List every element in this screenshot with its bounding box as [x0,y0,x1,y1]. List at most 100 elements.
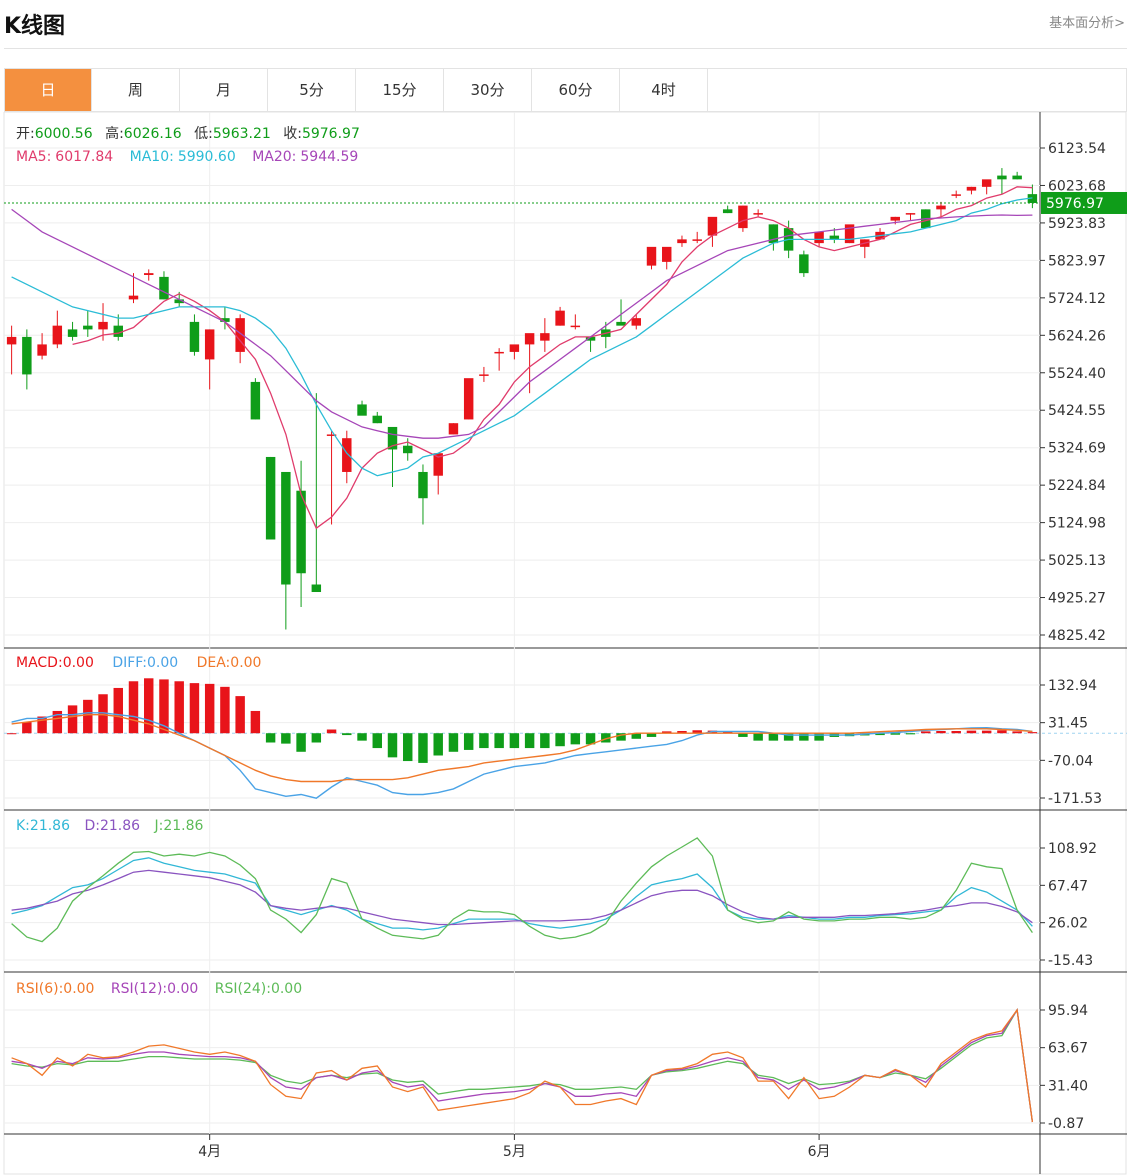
candle-body [83,325,93,330]
macd-bar [113,687,123,734]
ohlc-legend: 开:6000.56 高:6026.16 低:5963.21 收:5976.97 [16,125,360,142]
macd-bar [433,733,443,756]
macd-bar [6,733,17,735]
candle-body [403,445,413,454]
macd-legend: MACD:0.00 DIFF:0.00 DEA:0.00 [16,655,261,671]
candle-body [905,213,916,215]
rsi-legend: RSI(6):0.00 RSI(12):0.00 RSI(24):0.00 [16,981,302,997]
macd-bar [311,733,322,743]
rsi6-line [11,1008,1034,1123]
kdj-legend: K:21.86 D:21.86 J:21.86 [16,818,204,834]
candle-body [966,186,977,191]
macd-bar [235,696,245,734]
tab-60min[interactable]: 60分 [532,69,620,111]
candle-body [265,456,276,540]
tab-day[interactable]: 日 [5,69,92,111]
macd-bar [250,710,261,734]
tab-week[interactable]: 周 [92,69,180,111]
price-tick-label: 5424.55 [1048,403,1106,419]
d-line [11,869,1033,926]
macd-bar [997,730,1007,734]
macd-bar [936,730,946,734]
candle-body [646,246,657,266]
macd-bar [204,683,215,734]
price-tick-label: 5324.69 [1048,441,1106,457]
candle-body [311,584,322,593]
price-tick-label: 4925.27 [1048,591,1106,607]
tab-30min[interactable]: 30分 [444,69,532,111]
candle-body [357,404,367,416]
candle-body [250,381,261,420]
macd-bar [463,733,474,750]
rsi-tick-label: 95.94 [1048,1003,1088,1019]
macd-bar [22,722,32,734]
macd-bar [981,730,992,734]
candle-body [707,216,718,236]
candle-body [616,321,626,326]
fundamental-analysis-link[interactable]: 基本面分析> [1049,12,1125,31]
macd-bar [540,733,550,749]
macd-bar [326,729,337,734]
price-tick-label: 5124.98 [1048,516,1106,532]
kdj-tick-label: 26.02 [1048,916,1088,932]
candle-body [1012,175,1022,180]
tab-month[interactable]: 月 [180,69,268,111]
macd-bar [890,733,900,735]
macd-bar [67,705,78,734]
price-tick-label: 5624.26 [1048,328,1106,344]
k-line [11,857,1033,931]
candle-body [204,329,215,360]
chart-axes: 4月 5月 6月 6123.54 6023.68 5923.83 5823.97 5724.1… [198,141,1106,1160]
candle-body [753,213,763,215]
candle-body [524,333,535,345]
kline-chart: 5976.97 4月 5月 6月 6123.54 6023.68 5923.83 5823.… [3,112,1127,1175]
candle-body [22,336,32,375]
candle-body [67,329,78,337]
macd-bar [372,733,382,749]
macd-bar [555,733,565,747]
rsi-tick-label: 31.40 [1048,1078,1088,1094]
candle-body [463,378,474,420]
tab-4hour[interactable]: 4时 [620,69,708,111]
candle-body [418,471,428,499]
candle-body [144,273,154,276]
macd-bar [966,730,977,734]
candle-body [692,239,702,241]
macd-bar [524,733,535,749]
diff-line [11,712,1033,799]
page-title: K线图 [4,14,66,39]
candle-body [342,438,352,472]
macd-tick-label: -171.53 [1048,791,1102,807]
header-divider [4,48,1127,49]
chart-marks: 5976.97 [4,168,1127,1123]
macd-bar [570,733,581,745]
macd-bar [799,733,809,741]
price-tick-label: 4825.42 [1048,628,1106,644]
candle-body [936,205,946,210]
period-tabs: 日 周 月 5分 15分 30分 60分 4时 [4,68,1127,112]
ma20-line [11,208,1033,439]
candle-body [738,205,748,229]
price-tick-label: 5923.83 [1048,216,1106,232]
candle-body [448,423,459,435]
candle-body [890,216,900,221]
macd-bar [768,733,779,741]
x-tick-label: 4月 [198,1144,221,1160]
candle-body [662,246,672,262]
tab-5min[interactable]: 5分 [268,69,356,111]
rsi12-line [11,1008,1034,1123]
rsi-tick-label: -0.87 [1048,1116,1084,1132]
candle-body [570,325,581,328]
candle-body [981,179,992,187]
macd-bar [174,681,184,734]
tab-15min[interactable]: 15分 [356,69,444,111]
candle-body [98,321,108,330]
macd-bar [128,681,139,734]
price-tick-label: 5224.84 [1048,478,1106,494]
price-tick-label: 5724.12 [1048,291,1106,307]
macd-tick-label: 132.94 [1048,678,1097,694]
current-price-label: 5976.97 [1046,196,1104,212]
macd-bar [387,733,398,758]
j-line [11,837,1033,943]
price-tick-label: 5025.13 [1048,553,1106,569]
